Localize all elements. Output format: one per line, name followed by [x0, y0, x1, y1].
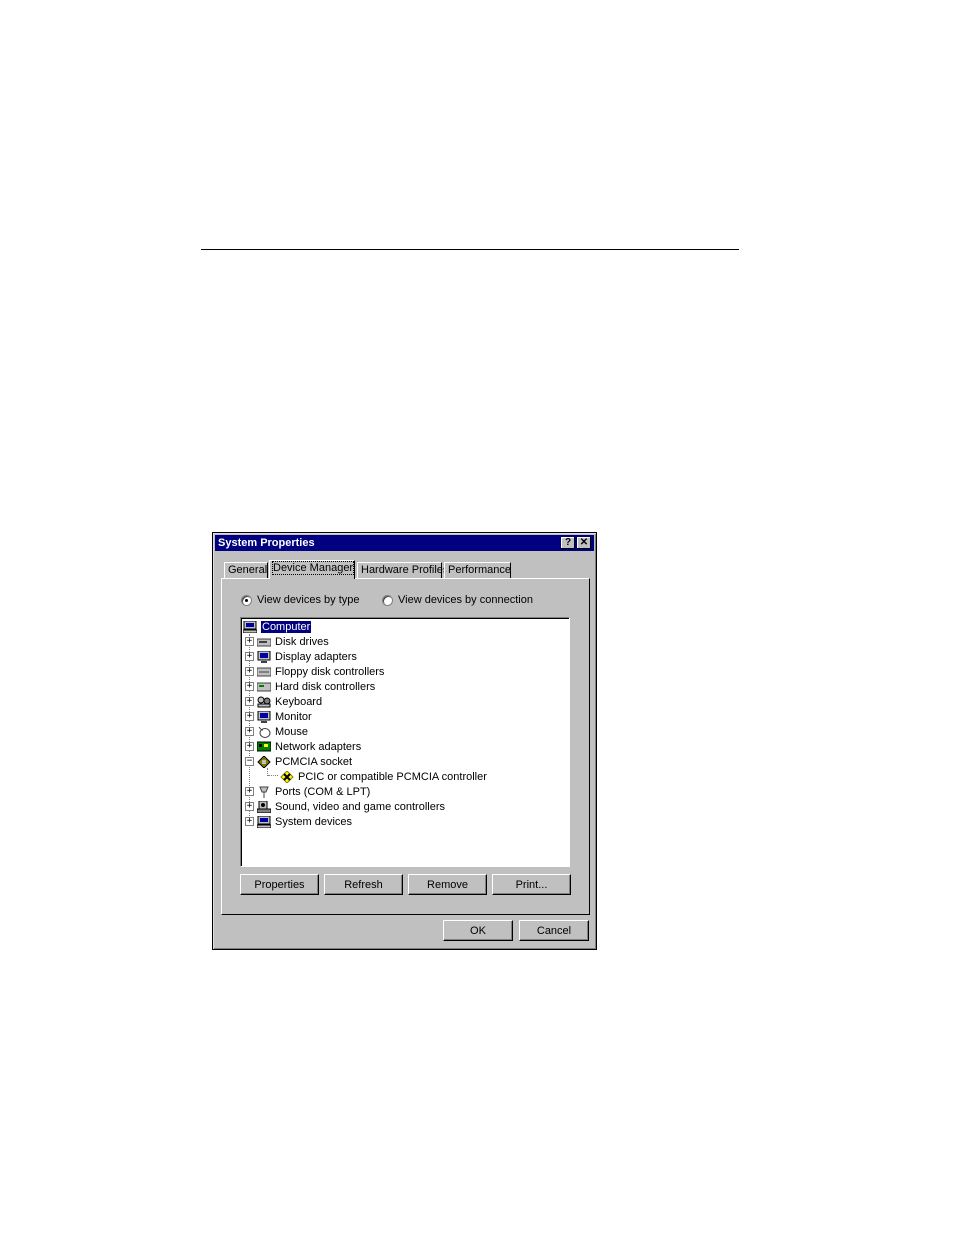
- title-bar[interactable]: System Properties ? ✕: [215, 535, 594, 551]
- tree-item-monitor[interactable]: + Monitor: [245, 709, 312, 724]
- expand-toggle[interactable]: +: [245, 697, 254, 706]
- pcmcia-socket-icon: [257, 754, 271, 769]
- tree-item-network-adapters[interactable]: + Network adapters: [245, 739, 361, 754]
- expand-toggle[interactable]: +: [245, 637, 254, 646]
- view-by-connection-option[interactable]: View devices by connection: [382, 594, 533, 606]
- network-adapter-icon: [256, 741, 272, 753]
- monitor-icon: [257, 710, 271, 723]
- ports-icon: [257, 786, 271, 798]
- tree-item-label: Keyboard: [275, 695, 323, 708]
- horizontal-rule: [201, 249, 739, 250]
- expand-toggle[interactable]: +: [245, 802, 254, 811]
- tree-item-hard-disk-controllers[interactable]: + Hard disk controllers: [245, 679, 375, 694]
- tree-item-sound-controllers[interactable]: + Sound, video and game controllers: [245, 799, 445, 814]
- expand-toggle[interactable]: +: [245, 682, 254, 691]
- view-by-type-option[interactable]: View devices by type: [241, 594, 360, 606]
- tree-item-floppy-disk-controllers[interactable]: + Floppy disk controllers: [245, 664, 384, 679]
- device-manager-panel: View devices by type View devices by con…: [221, 578, 590, 915]
- disabled-device-icon: [280, 769, 294, 784]
- computer-icon: [242, 620, 258, 633]
- tab-performance[interactable]: Performance: [444, 562, 511, 578]
- expand-toggle[interactable]: +: [245, 742, 254, 751]
- window-title: System Properties: [218, 537, 315, 549]
- tree-item-label: PCIC or compatible PCMCIA controller: [298, 770, 487, 783]
- tab-device-manager[interactable]: Device Manager: [269, 560, 355, 579]
- tree-connector: [268, 775, 278, 776]
- tree-root-label: Computer: [261, 620, 312, 633]
- close-button[interactable]: ✕: [577, 537, 591, 549]
- expand-toggle[interactable]: +: [245, 652, 254, 661]
- sound-controller-icon: [256, 800, 272, 813]
- tab-hardware-profiles[interactable]: Hardware Profiles: [357, 562, 448, 578]
- tree-item-disk-drives[interactable]: + Disk drives: [245, 634, 329, 649]
- remove-button[interactable]: Remove: [408, 874, 487, 895]
- expand-toggle[interactable]: +: [245, 712, 254, 721]
- tree-item-display-adapters[interactable]: + Display adapters: [245, 649, 357, 664]
- properties-button[interactable]: Properties: [240, 874, 319, 895]
- print-button[interactable]: Print...: [492, 874, 571, 895]
- tree-item-pcmcia-socket[interactable]: − PCMCIA socket: [245, 754, 352, 769]
- mouse-icon: [257, 726, 271, 738]
- view-by-type-label: View devices by type: [257, 594, 360, 606]
- expand-toggle[interactable]: +: [245, 817, 254, 826]
- tree-item-mouse[interactable]: + Mouse: [245, 724, 308, 739]
- tree-item-label: Display adapters: [275, 650, 357, 663]
- display-adapter-icon: [257, 650, 271, 663]
- tree-item-label: Network adapters: [275, 740, 362, 753]
- tree-root-computer[interactable]: Computer: [242, 619, 312, 634]
- tree-item-keyboard[interactable]: + Keyboard: [245, 694, 322, 709]
- collapse-toggle[interactable]: −: [245, 757, 254, 766]
- tree-item-label: Floppy disk controllers: [275, 665, 385, 678]
- tab-general[interactable]: General: [224, 562, 268, 578]
- expand-toggle[interactable]: +: [245, 727, 254, 736]
- refresh-button[interactable]: Refresh: [324, 874, 403, 895]
- keyboard-icon: [257, 696, 271, 708]
- cancel-button[interactable]: Cancel: [519, 920, 589, 941]
- tree-item-label: PCMCIA socket: [275, 755, 353, 768]
- system-devices-icon: [256, 815, 272, 828]
- view-by-connection-label: View devices by connection: [398, 594, 533, 606]
- system-properties-dialog: System Properties ? ✕ General Device Man…: [212, 532, 597, 950]
- tree-item-ports[interactable]: + Ports (COM & LPT): [245, 784, 370, 799]
- view-by-connection-radio[interactable]: [382, 594, 393, 606]
- help-button[interactable]: ?: [561, 537, 575, 549]
- hard-disk-controller-icon: [256, 681, 272, 693]
- tree-item-label: Ports (COM & LPT): [275, 785, 371, 798]
- tree-item-label: Hard disk controllers: [275, 680, 376, 693]
- tree-item-label: Mouse: [275, 725, 309, 738]
- disk-drive-icon: [256, 636, 272, 648]
- tree-item-label: Sound, video and game controllers: [275, 800, 445, 813]
- expand-toggle[interactable]: +: [245, 787, 254, 796]
- tree-item-pcic-controller[interactable]: PCIC or compatible PCMCIA controller: [280, 769, 487, 784]
- ok-button[interactable]: OK: [443, 920, 513, 941]
- tree-item-label: Monitor: [275, 710, 312, 723]
- tree-item-label: System devices: [275, 815, 353, 828]
- view-by-type-radio[interactable]: [241, 594, 252, 606]
- tree-item-system-devices[interactable]: + System devices: [245, 814, 352, 829]
- device-tree[interactable]: Computer + Disk drives + Display adapter…: [240, 617, 570, 867]
- expand-toggle[interactable]: +: [245, 667, 254, 676]
- floppy-controller-icon: [256, 666, 272, 678]
- tree-item-label: Disk drives: [275, 635, 329, 648]
